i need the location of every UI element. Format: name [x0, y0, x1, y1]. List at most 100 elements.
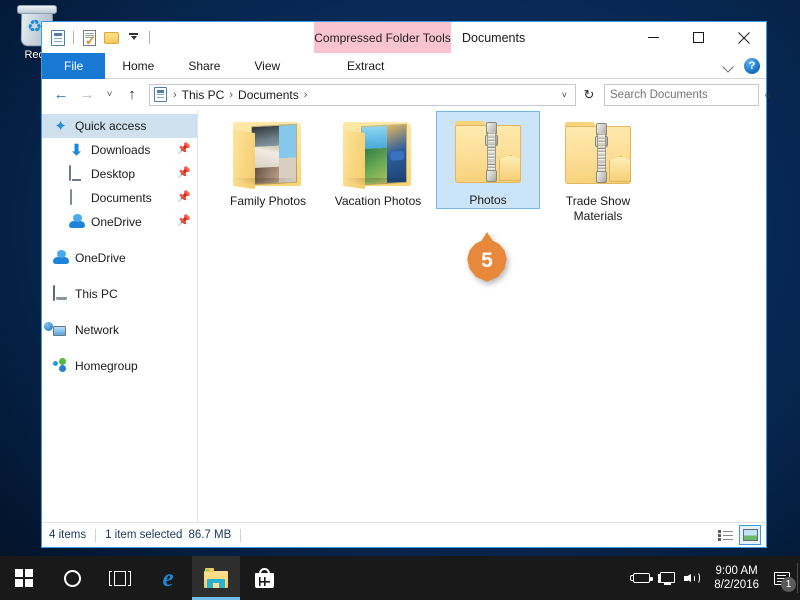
toolbar-divider [149, 31, 150, 44]
search-input[interactable] [610, 88, 764, 101]
action-center-button[interactable]: 1 [767, 556, 797, 600]
item-count: 4 items [49, 529, 87, 541]
sidebar-item-documents[interactable]: Documents 📌 [42, 186, 197, 210]
tab-share[interactable]: Share [171, 53, 237, 79]
new-item-icon[interactable] [81, 29, 98, 47]
download-icon: ⬇ [70, 141, 83, 159]
windows-logo-icon [14, 568, 34, 588]
callout-number: 5 [481, 249, 493, 272]
sidebar-item-onedrive[interactable]: OneDrive [42, 246, 197, 270]
cloud-icon [52, 250, 69, 267]
status-bar: 4 items 1 item selected 86.7 MB [42, 522, 766, 547]
photo-folder-icon [339, 118, 417, 190]
chevron-down-icon[interactable] [724, 61, 735, 72]
address-bar-row: ← → ˅ ↑ › This PC › Documents › ˅ ↻ ⌕ [42, 79, 771, 110]
details-view-button[interactable] [714, 525, 736, 545]
item-name: Family Photos [229, 194, 307, 208]
clock[interactable]: 9:00 AM 8/2/2016 [706, 564, 767, 592]
sidebar-item-desktop[interactable]: Desktop 📌 [42, 162, 197, 186]
file-list-view[interactable]: Family Photos Vacation Photos Photos Tra… [198, 110, 766, 522]
folder-icon[interactable] [103, 29, 120, 46]
documents-folder-icon [154, 87, 167, 102]
edge-icon: e [162, 564, 174, 592]
list-item[interactable]: Trade Show Materials [546, 112, 650, 224]
list-item[interactable]: Photos [436, 111, 540, 209]
show-desktop-button[interactable] [797, 563, 798, 593]
zipped-folder-icon [559, 118, 637, 190]
tab-view[interactable]: View [237, 53, 297, 79]
file-explorer-window: Compressed Folder Tools Documents File H… [41, 21, 771, 548]
minimize-button[interactable] [631, 22, 676, 53]
notification-badge: 1 [781, 577, 796, 592]
list-item[interactable]: Family Photos [216, 112, 320, 209]
task-view-button[interactable] [96, 556, 144, 600]
search-box[interactable]: ⌕ [604, 83, 771, 106]
sidebar-item-homegroup[interactable]: Homegroup [42, 354, 197, 378]
customize-chevron-icon[interactable] [125, 29, 142, 46]
list-item[interactable]: Vacation Photos [326, 112, 430, 209]
folder-icon [204, 568, 228, 588]
status-divider [95, 528, 97, 542]
task-view-icon [109, 570, 131, 586]
item-name: Photos [469, 193, 507, 207]
tab-file[interactable]: File [42, 53, 106, 79]
breadcrumb-separator: › [229, 88, 234, 101]
breadcrumb-separator: › [173, 88, 177, 101]
properties-icon[interactable] [49, 29, 66, 46]
store-button[interactable] [240, 556, 288, 600]
ribbon-tab-strip: File Home Share View Extract ? [42, 53, 766, 79]
help-icon[interactable]: ? [744, 58, 760, 74]
tab-home[interactable]: Home [105, 53, 171, 79]
cloud-icon [68, 214, 85, 231]
store-bag-icon [254, 568, 274, 588]
circle-icon [63, 569, 81, 587]
breadcrumb-separator: › [303, 88, 308, 101]
maximize-button[interactable] [676, 22, 721, 53]
sidebar-item-label: OneDrive [91, 215, 142, 229]
sidebar-item-label: Desktop [91, 167, 136, 181]
pin-icon[interactable]: 📌 [177, 192, 191, 203]
pin-icon[interactable]: 📌 [177, 216, 191, 227]
status-divider [240, 528, 242, 542]
recent-locations-button[interactable]: ˅ [101, 83, 118, 107]
ribbon-right-controls: ? [724, 53, 760, 79]
search-icon[interactable]: ⌕ [764, 87, 771, 103]
pin-icon[interactable]: 📌 [177, 144, 191, 155]
forward-button[interactable]: → [75, 83, 99, 107]
edge-button[interactable]: e [144, 556, 192, 600]
quick-access-toolbar [42, 22, 152, 53]
sidebar-item-label: Downloads [91, 143, 151, 157]
file-explorer-button[interactable] [192, 556, 240, 600]
window-controls [631, 22, 766, 53]
back-button[interactable]: ← [49, 83, 73, 107]
close-button[interactable] [721, 22, 766, 53]
tab-extract[interactable]: Extract [297, 53, 434, 79]
title-bar: Compressed Folder Tools Documents [42, 22, 766, 53]
star-pin-icon: ✦ [54, 117, 67, 135]
sidebar-item-network[interactable]: Network [42, 318, 197, 342]
selection-size: 86.7 MB [188, 529, 232, 541]
battery-icon[interactable] [628, 556, 654, 600]
document-icon [68, 188, 85, 207]
details-view-icon [717, 529, 733, 541]
pin-icon[interactable]: 📌 [177, 168, 191, 179]
sidebar-item-this-pc[interactable]: This PC [42, 282, 197, 306]
refresh-button[interactable]: ↻ [578, 84, 600, 106]
up-button[interactable]: ↑ [120, 83, 144, 107]
volume-icon[interactable] [680, 556, 706, 600]
address-dropdown-icon[interactable]: ˅ [557, 90, 572, 100]
sidebar-item-label: OneDrive [75, 251, 126, 265]
address-bar[interactable]: › This PC › Documents › ˅ [149, 83, 576, 106]
photo-folder-icon [229, 118, 307, 190]
breadcrumb-this-pc[interactable]: This PC [180, 88, 227, 102]
sidebar-item-quick-access[interactable]: ✦ Quick access [42, 114, 197, 138]
view-toggle-group [714, 525, 761, 545]
sidebar-item-downloads[interactable]: ⬇ Downloads 📌 [42, 138, 197, 162]
network-icon[interactable] [654, 556, 680, 600]
cortana-button[interactable] [48, 556, 96, 600]
start-button[interactable] [0, 556, 48, 600]
large-icons-view-button[interactable] [739, 525, 761, 545]
breadcrumb-documents[interactable]: Documents [236, 88, 301, 102]
sidebar-item-onedrive-quick[interactable]: OneDrive 📌 [42, 210, 197, 234]
